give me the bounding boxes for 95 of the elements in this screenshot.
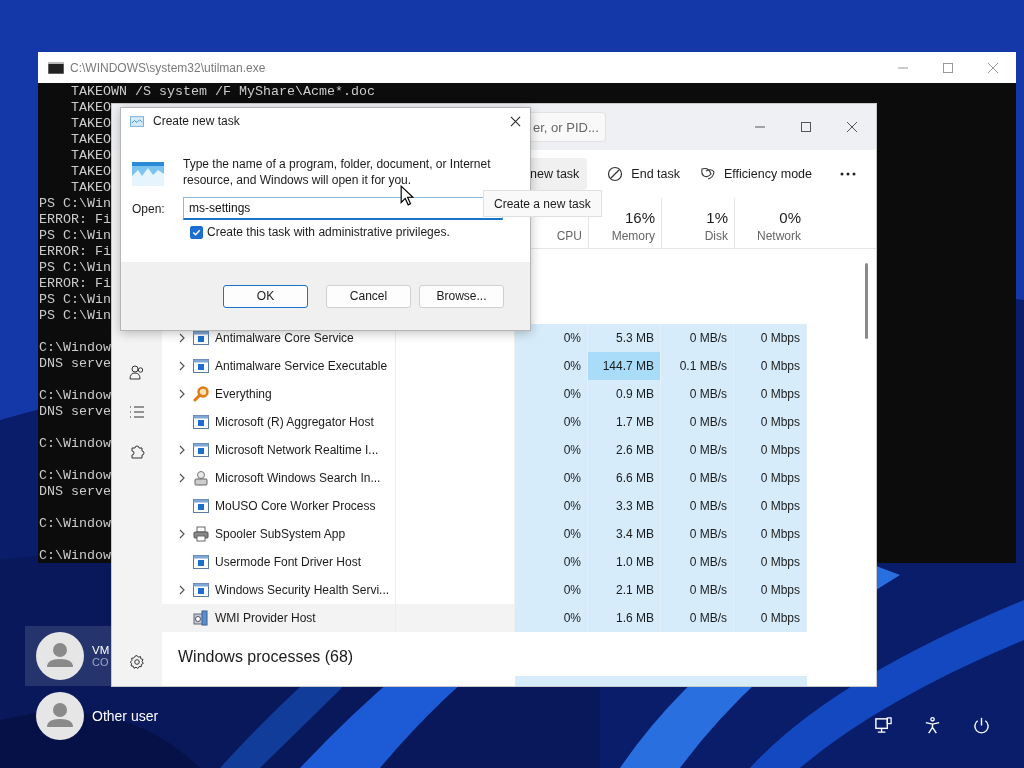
disk-value: 0 MB/s — [689, 583, 727, 597]
cpu-value: 0% — [563, 471, 581, 485]
network-value: 0 Mbps — [760, 331, 800, 345]
disk-value: 0 MB/s — [689, 527, 727, 541]
column-percent: 0% — [779, 209, 801, 226]
disk-value: 0 MB/s — [689, 443, 727, 457]
cpu-value: 0% — [563, 555, 581, 569]
console-line: TAKEOWN /S system /F MyShare\Acme*.doc — [70, 84, 375, 100]
column-label: Disk — [704, 229, 728, 243]
memory-value: 5.3 MB — [616, 331, 654, 345]
dialog-title: Create new task — [153, 114, 240, 128]
disk-value: 0 MB/s — [689, 471, 727, 485]
memory-value: 1.6 MB — [616, 611, 654, 625]
console-line: C:\Window — [39, 436, 111, 452]
network-value: 0 Mbps — [760, 583, 800, 597]
console-line: ERROR: Fi — [39, 244, 111, 260]
process-name: Microsoft Windows Search In... — [215, 471, 381, 485]
user-name: VM — [92, 644, 110, 656]
console-line: TAKEO — [70, 180, 111, 196]
console-line: C:\Window — [39, 516, 111, 532]
console-line: PS C:\Win — [39, 308, 111, 324]
console-line: DNS serve — [39, 484, 111, 500]
network-value: 0 Mbps — [760, 359, 800, 373]
network-value: 0 Mbps — [760, 527, 800, 541]
disk-value: 0 MB/s — [689, 611, 727, 625]
disk-value: 0 MB/s — [689, 415, 727, 429]
cpu-value: 0% — [563, 331, 581, 345]
cpu-value: 0% — [563, 443, 581, 457]
console-line: TAKEO — [70, 148, 111, 164]
open-label: Open: — [132, 201, 166, 216]
console-line: PS C:\Win — [39, 228, 111, 244]
console-line: DNS serve — [39, 356, 111, 372]
console-line: PS C:\Win — [39, 292, 111, 308]
cpu-value: 0% — [563, 359, 581, 373]
memory-value: 1.0 MB — [616, 555, 654, 569]
process-name: Everything — [215, 387, 272, 401]
cpu-value: 0% — [563, 499, 581, 513]
console-line: C:\Window — [39, 388, 111, 404]
memory-value: 2.6 MB — [616, 443, 654, 457]
tooltip: Create a new task — [483, 190, 602, 217]
memory-value: 3.3 MB — [616, 499, 654, 513]
memory-value: 1.7 MB — [616, 415, 654, 429]
console-line: TAKEO — [70, 100, 111, 116]
network-value: 0 Mbps — [760, 471, 800, 485]
network-value: 0 Mbps — [760, 387, 800, 401]
disk-value: 0 MB/s — [689, 331, 727, 345]
process-name: Microsoft Network Realtime I... — [215, 443, 379, 457]
process-name: Spooler SubSystem App — [215, 527, 346, 541]
memory-value: 6.6 MB — [616, 471, 654, 485]
console-line: TAKEO — [70, 132, 111, 148]
column-label: Network — [757, 229, 801, 243]
user-name: Other user — [92, 708, 159, 724]
process-name: Microsoft (R) Aggregator Host — [215, 415, 374, 429]
cpu-value: 0% — [563, 611, 581, 625]
network-value: 0 Mbps — [760, 415, 800, 429]
console-line: DNS serve — [39, 404, 111, 420]
process-name: Antimalware Service Executable — [215, 359, 388, 373]
memory-value: 0.9 MB — [616, 387, 654, 401]
dialog-description: Type the name of a program, folder, document, or Internet resource, and Windows will open it for you. — [183, 156, 492, 188]
console-line: PS C:\Win — [39, 196, 111, 212]
column-percent: 1% — [706, 209, 728, 226]
user-subtitle: CO — [92, 656, 110, 668]
memory-value: 144.7 MB — [602, 359, 654, 373]
column-label: Memory — [611, 229, 655, 243]
console-line: TAKEO — [70, 116, 111, 132]
disk-value: 0 MB/s — [689, 387, 727, 401]
console-line: TAKEO — [70, 164, 111, 180]
process-name: Antimalware Core Service — [215, 331, 354, 345]
process-name: MoUSO Core Worker Process — [215, 499, 376, 513]
cpu-value: 0% — [563, 527, 581, 541]
console-line: ERROR: Fi — [39, 276, 111, 292]
disk-value: 0 MB/s — [689, 499, 727, 513]
console-line: ERROR: Fi — [39, 212, 111, 228]
cpu-value: 0% — [563, 415, 581, 429]
network-value: 0 Mbps — [760, 555, 800, 569]
disk-value: 0 MB/s — [689, 555, 727, 569]
network-value: 0 Mbps — [760, 499, 800, 513]
column-label: CPU — [556, 229, 582, 243]
console-line: C:\Window — [39, 468, 111, 484]
cpu-value: 0% — [563, 583, 581, 597]
console-line: PS C:\Win — [39, 260, 111, 276]
memory-value: 2.1 MB — [616, 583, 654, 597]
process-name: Windows Security Health Servi... — [215, 583, 390, 597]
console-line: C:\Window — [39, 340, 111, 356]
memory-value: 3.4 MB — [616, 527, 654, 541]
cpu-value: 0% — [563, 387, 581, 401]
window-title: C:\WINDOWS\system32\utilman.exe — [70, 60, 266, 75]
process-name: Usermode Font Driver Host — [215, 555, 362, 569]
column-percent: 16% — [624, 209, 655, 226]
group-title: Windows processes (68) — [178, 648, 354, 666]
disk-value: 0.1 MB/s — [679, 359, 727, 373]
network-value: 0 Mbps — [760, 611, 800, 625]
network-value: 0 Mbps — [760, 443, 800, 457]
process-name: WMI Provider Host — [215, 611, 316, 625]
console-line: C:\Window — [39, 548, 111, 564]
